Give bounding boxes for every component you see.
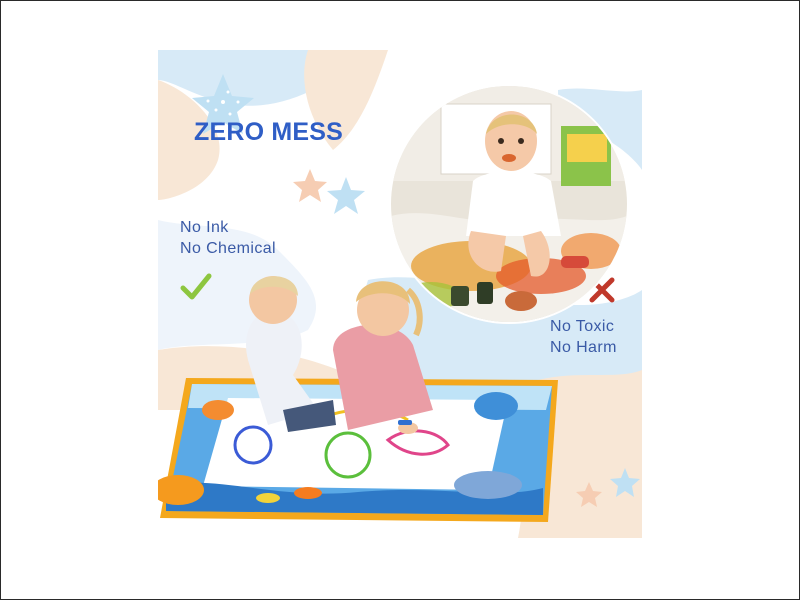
claim-no-ink: No Ink — [180, 219, 229, 236]
left-claims: No Ink No Chemical — [180, 217, 276, 259]
product-image-panel: ZERO MESS No Ink No Chemical No Toxic No… — [158, 50, 642, 538]
kids-on-drawing-mat-photo — [158, 276, 558, 522]
headline: ZERO MESS — [194, 118, 344, 146]
starfish-icon — [327, 177, 365, 214]
claim-no-chemical: No Chemical — [180, 240, 276, 257]
